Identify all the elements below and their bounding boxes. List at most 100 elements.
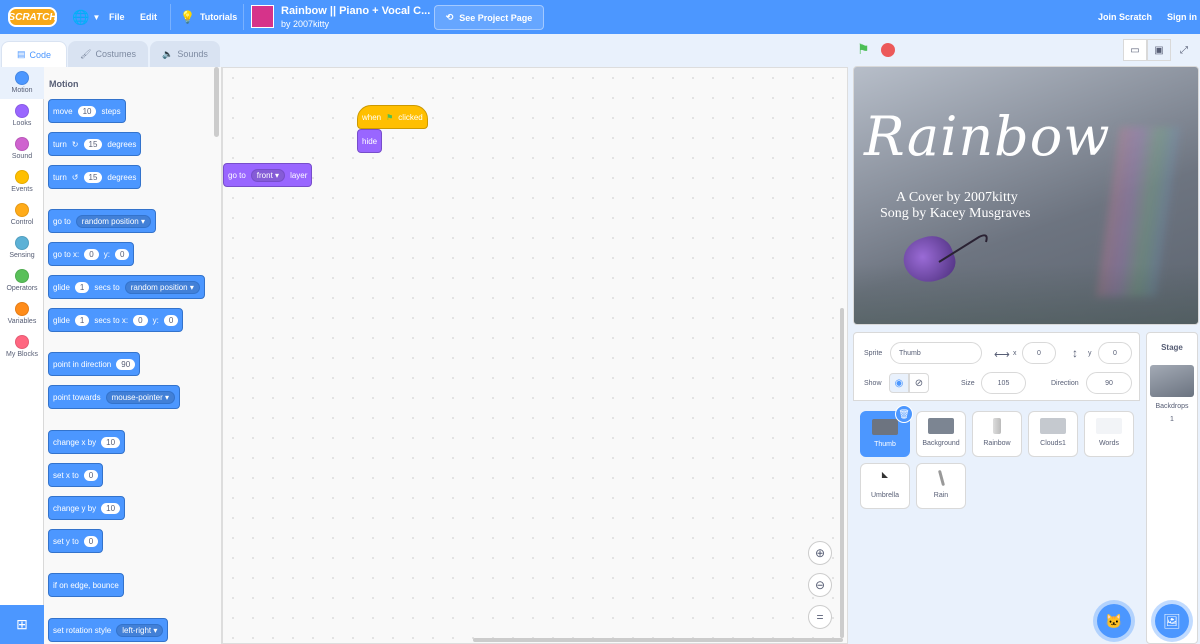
large-stage-button[interactable]: ▣ <box>1147 39 1171 61</box>
turn-left-block[interactable]: turn ↺ 15 degrees <box>48 165 142 189</box>
bounce-block[interactable]: if on edge, bounce <box>48 573 124 597</box>
block-input[interactable]: 0 <box>114 248 130 260</box>
glide-to-xy-block[interactable]: glide 1 secs to x: 0 y: 0 <box>48 308 184 332</box>
join-scratch-link[interactable]: Join Scratch <box>1098 0 1152 34</box>
block-input[interactable]: 0 <box>83 535 99 547</box>
block-input[interactable]: 10 <box>101 436 121 448</box>
category-sensing[interactable]: Sensing <box>0 236 44 259</box>
small-stage-button[interactable]: ▭ <box>1123 39 1147 61</box>
zoom-reset-button[interactable]: = <box>808 605 832 629</box>
zoom-out-button[interactable]: ⊖ <box>808 573 832 597</box>
block-dropdown[interactable]: front ▾ <box>250 168 286 182</box>
turn-right-block[interactable]: turn ↻ 15 degrees <box>48 132 142 156</box>
y-input[interactable]: 0 <box>1098 342 1132 364</box>
go-to-xy-block[interactable]: go to x: 0 y: 0 <box>48 242 135 266</box>
category-motion[interactable]: Motion <box>0 67 44 99</box>
block-input[interactable]: 15 <box>83 138 103 150</box>
block-dropdown[interactable]: left-right ▾ <box>116 623 164 637</box>
sprite-tile-words[interactable]: Words <box>1084 411 1134 457</box>
category-sound[interactable]: Sound <box>0 137 44 160</box>
block-input[interactable]: 0 <box>83 469 99 481</box>
category-variables[interactable]: Variables <box>0 302 44 325</box>
add-extension-button[interactable]: ⊞ <box>0 605 44 644</box>
point-in-direction-block[interactable]: point in direction 90 <box>48 352 141 376</box>
sprite-tile-rainbow[interactable]: Rainbow <box>972 411 1022 457</box>
add-backdrop-button[interactable]: 🖼 <box>1155 604 1189 638</box>
block-input[interactable]: 0 <box>133 314 148 326</box>
eye-icon: ◉ <box>894 377 904 389</box>
fullscreen-button[interactable]: ⤢ <box>1172 39 1196 61</box>
workspace-vscrollbar[interactable] <box>840 308 844 638</box>
language-menu[interactable]: 🌐 ▼ <box>72 0 100 34</box>
go-to-layer-block[interactable]: go to front ▾ layer <box>223 163 313 187</box>
block-input[interactable]: 0 <box>84 248 99 260</box>
see-project-page-button[interactable]: ⟲ See Project Page <box>434 5 544 30</box>
category-events[interactable]: Events <box>0 170 44 193</box>
block-dropdown[interactable]: mouse-pointer ▾ <box>105 390 175 404</box>
stage-canvas[interactable]: Rainbow A Cover by 2007kitty Song by Kac… <box>853 66 1199 325</box>
x-input[interactable]: 0 <box>1022 342 1056 364</box>
block-input[interactable]: 90 <box>116 358 136 370</box>
green-flag-button[interactable]: ⚑ <box>857 42 871 56</box>
sprite-name-input[interactable]: Thumb <box>890 342 982 364</box>
stage-selector[interactable]: Stage Backdrops 1 <box>1146 332 1198 644</box>
category-control[interactable]: Control <box>0 203 44 226</box>
edit-menu[interactable]: Edit <box>140 0 157 34</box>
direction-input[interactable]: 90 <box>1086 372 1132 394</box>
hide-block[interactable]: hide <box>357 129 383 153</box>
point-towards-block[interactable]: point towards mouse-pointer ▾ <box>48 385 180 409</box>
block-input[interactable]: 1 <box>74 281 90 293</box>
block-input[interactable]: 0 <box>163 314 179 326</box>
set-y-block[interactable]: set y to 0 <box>48 529 104 553</box>
brush-icon: 🖌 <box>80 48 92 59</box>
tab-code-label: Code <box>29 49 52 60</box>
zoom-in-button[interactable]: ⊕ <box>808 541 832 565</box>
change-y-block[interactable]: change y by 10 <box>48 496 126 520</box>
sprite-tile-clouds1[interactable]: Clouds1 <box>1028 411 1078 457</box>
rotate-right-icon: ↻ <box>71 139 79 149</box>
go-to-block[interactable]: go to random position ▾ <box>48 209 156 233</box>
sprite-tile-rain[interactable]: Rain <box>916 463 966 509</box>
tab-code[interactable]: ▤ Code <box>1 41 67 67</box>
block-dropdown[interactable]: random position ▾ <box>124 280 200 294</box>
category-looks[interactable]: Looks <box>0 104 44 127</box>
size-input[interactable]: 105 <box>981 372 1026 394</box>
scratch-logo[interactable]: SCRATCH <box>8 7 57 27</box>
glide-to-block[interactable]: glide 1 secs to random position ▾ <box>48 275 205 299</box>
rotation-style-block[interactable]: set rotation style left-right ▾ <box>48 618 169 642</box>
delete-sprite-button[interactable]: 🗑 <box>895 405 913 423</box>
stop-button[interactable] <box>881 43 895 57</box>
show-sprite-toggle[interactable]: ◉ <box>889 373 909 393</box>
block-dropdown[interactable]: random position ▾ <box>75 214 151 228</box>
project-author[interactable]: by 2007kitty <box>281 19 329 29</box>
umbrella-handle-icon <box>938 234 988 263</box>
block-input[interactable]: 10 <box>77 105 97 117</box>
block-text: set y to <box>53 536 79 546</box>
palette-scrollbar[interactable] <box>214 67 219 137</box>
stage-title-text: Rainbow <box>864 105 1111 168</box>
image-plus-icon: 🖼 <box>1163 612 1181 629</box>
script-workspace[interactable]: when ⚑ clicked hide go to front ▾ layer <box>222 67 848 644</box>
sprite-tile-umbrella[interactable]: ◣ Umbrella <box>860 463 910 509</box>
change-x-block[interactable]: change x by 10 <box>48 430 126 454</box>
block-text: turn <box>53 139 67 149</box>
project-title[interactable]: Rainbow || Piano + Vocal C... <box>281 5 431 17</box>
tutorials-button[interactable]: 💡 Tutorials <box>180 0 237 34</box>
category-operators[interactable]: Operators <box>0 269 44 292</box>
sign-in-link[interactable]: Sign in <box>1167 0 1197 34</box>
tab-costumes[interactable]: 🖌 Costumes <box>68 41 148 67</box>
block-input[interactable]: 10 <box>101 502 121 514</box>
add-sprite-button[interactable]: 🐱 <box>1097 604 1131 638</box>
cat-plus-icon: 🐱 <box>1105 612 1123 629</box>
when-flag-clicked-block[interactable]: when ⚑ clicked <box>357 105 428 129</box>
block-input[interactable]: 1 <box>74 314 90 326</box>
tab-sounds[interactable]: 🔈 Sounds <box>150 41 220 67</box>
workspace-hscrollbar[interactable] <box>473 638 843 642</box>
set-x-block[interactable]: set x to 0 <box>48 463 104 487</box>
hide-sprite-toggle[interactable]: ⊘ <box>909 373 929 393</box>
sprite-tile-background[interactable]: Background <box>916 411 966 457</box>
block-input[interactable]: 15 <box>83 171 103 183</box>
move-steps-block[interactable]: move 10 steps <box>48 99 126 123</box>
file-menu[interactable]: File <box>109 0 125 34</box>
category-my-blocks[interactable]: My Blocks <box>0 335 44 358</box>
